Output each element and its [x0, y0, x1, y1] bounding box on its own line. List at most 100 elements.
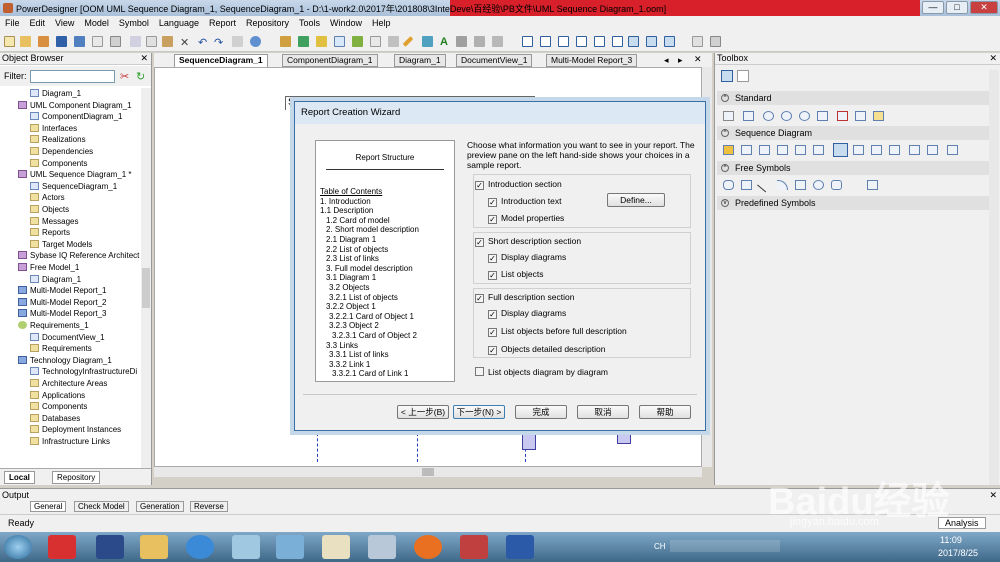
return-tool-icon[interactable] [909, 145, 920, 155]
minimize-button[interactable]: — [922, 1, 944, 14]
taskbar-app-3-icon[interactable] [232, 535, 260, 559]
list-view-icon[interactable] [737, 70, 749, 82]
arrange-icon[interactable] [474, 36, 485, 47]
tree-item[interactable]: Sybase IQ Reference Architect [18, 250, 139, 262]
list-objects-before-checkbox[interactable]: ✓ List objects before full description [488, 326, 627, 337]
open-package-tool-icon[interactable] [817, 111, 828, 121]
taskbar-app-4-icon[interactable] [276, 535, 304, 559]
output-tab-reverse[interactable]: Reverse [190, 501, 228, 512]
arc-symbol-icon[interactable] [777, 180, 788, 190]
large-icons-icon[interactable] [721, 70, 733, 82]
self-return-tool-icon[interactable] [927, 145, 938, 155]
tab-local[interactable]: Local [4, 471, 35, 484]
tree-item[interactable]: Multi-Model Report_1 [18, 285, 106, 297]
list-by-diagram-check-icon[interactable] [475, 367, 484, 376]
tree-item[interactable]: Requirements [30, 343, 92, 355]
menu-edit[interactable]: Edit [25, 16, 51, 30]
full-section-checkbox[interactable]: ✓ Full description section [475, 292, 574, 303]
new-icon[interactable] [4, 36, 15, 47]
refresh-icon[interactable]: ↻ [136, 70, 145, 83]
tree-item[interactable]: Components [30, 401, 87, 413]
filter-input[interactable] [30, 70, 115, 83]
activation-box-1[interactable] [522, 430, 536, 450]
next-button[interactable]: 下一步(N) > [453, 405, 505, 419]
taskbar-powerdesigner-icon[interactable] [460, 535, 488, 559]
properties-icon[interactable] [232, 36, 243, 47]
pencil-icon[interactable] [402, 36, 414, 47]
package-icon[interactable] [316, 36, 327, 47]
object-browser-close-icon[interactable]: ✕ [140, 53, 148, 64]
view-toolbox-icon[interactable] [522, 36, 533, 47]
tree-item[interactable]: Dependencies [30, 146, 93, 158]
link-icon[interactable] [422, 36, 433, 47]
list-objects-check-icon[interactable]: ✓ [488, 271, 497, 280]
list-objects-checkbox[interactable]: ✓ List objects [488, 269, 544, 280]
output-tab-general[interactable]: General [30, 501, 67, 512]
text-symbol-icon[interactable] [741, 180, 752, 190]
tree-item[interactable]: Free Model_1 [18, 262, 79, 274]
zoom-out-tool-icon[interactable] [799, 111, 810, 121]
activation-box-2[interactable] [617, 430, 631, 444]
tree-item[interactable]: Requirements_1 [18, 320, 89, 332]
interaction-fragment-tool-icon[interactable] [795, 145, 806, 155]
short-section-check-icon[interactable]: ✓ [475, 238, 484, 247]
display-diagrams-check-icon[interactable]: ✓ [488, 254, 497, 263]
cut-icon[interactable] [130, 36, 141, 47]
group-icon[interactable] [492, 36, 503, 47]
print-preview-icon[interactable] [92, 36, 103, 47]
tab-scroll-right-icon[interactable]: ▸ [678, 55, 683, 66]
copy-icon[interactable] [146, 36, 157, 47]
tree-item[interactable]: DocumentView_1 [30, 332, 105, 344]
save-all-icon[interactable] [74, 36, 85, 47]
tree-item[interactable]: Multi-Model Report_3 [18, 308, 106, 320]
tree-item[interactable]: UML Sequence Diagram_1 * [18, 169, 132, 181]
collapse-standard-icon[interactable]: ^ [721, 94, 729, 102]
redo-icon[interactable]: ↷ [214, 36, 225, 49]
menu-symbol[interactable]: Symbol [114, 16, 154, 30]
model-properties-check-icon[interactable]: ✓ [488, 215, 497, 224]
view-browser-icon[interactable] [540, 36, 551, 47]
hscroll-thumb[interactable] [422, 468, 434, 476]
tree-item[interactable]: Realizations [30, 134, 86, 146]
tab-close-icon[interactable]: ✕ [694, 54, 702, 65]
report-icon[interactable] [692, 36, 703, 47]
tree-item[interactable]: Reports [30, 227, 70, 239]
open-folder-icon[interactable] [38, 36, 49, 47]
intro-text-checkbox[interactable]: ✓ Introduction text [488, 196, 561, 207]
list-objects-before-check-icon[interactable]: ✓ [488, 328, 497, 337]
menu-file[interactable]: File [0, 16, 25, 30]
taskbar-language[interactable]: CH [654, 542, 666, 551]
align-icon[interactable] [456, 36, 467, 47]
save-icon[interactable] [56, 36, 67, 47]
tab-multi-model-report[interactable]: Multi-Model Report_3 [546, 54, 638, 67]
tree-item[interactable]: Diagram_1 [30, 274, 81, 286]
section-free-symbols[interactable]: ^ Free Symbols [717, 161, 999, 175]
toolbox-scrollbar[interactable] [989, 70, 999, 485]
tree-item[interactable]: Deployment Instances [30, 424, 121, 436]
tab-component-diagram[interactable]: ComponentDiagram_1 [282, 54, 378, 67]
view-output-icon[interactable] [558, 36, 569, 47]
note-symbol-icon[interactable] [723, 180, 734, 190]
grabber-tool-icon[interactable] [743, 111, 754, 121]
tree-item[interactable]: TechnologyInfrastructureDi [30, 366, 137, 378]
section-sequence-diagram[interactable]: ^ Sequence Diagram [717, 126, 999, 140]
self-call-tool-icon[interactable] [889, 145, 900, 155]
finish-button[interactable]: 完成 [515, 405, 567, 419]
self-message-tool-icon[interactable] [853, 145, 864, 155]
intro-section-check-icon[interactable]: ✓ [475, 181, 484, 190]
clock-date[interactable]: 2017/8/25 [938, 548, 978, 558]
expand-predefined-icon[interactable]: v [721, 199, 729, 207]
paste-icon[interactable] [162, 36, 173, 47]
view-split-icon[interactable] [646, 36, 657, 47]
add-icon[interactable] [352, 36, 363, 47]
pointer-tool-icon[interactable] [723, 111, 734, 121]
layout-icon[interactable] [388, 36, 399, 47]
tree-item[interactable]: ComponentDiagram_1 [30, 111, 123, 123]
rectangle-symbol-icon[interactable] [795, 180, 806, 190]
tree-item[interactable]: Actors [30, 192, 65, 204]
menu-help[interactable]: Help [367, 16, 396, 30]
menu-window[interactable]: Window [325, 16, 367, 30]
tree-scrollbar[interactable] [141, 88, 151, 468]
tree-item[interactable]: Technology Diagram_1 [18, 355, 112, 367]
taskbar-app-5-icon[interactable] [322, 535, 350, 559]
